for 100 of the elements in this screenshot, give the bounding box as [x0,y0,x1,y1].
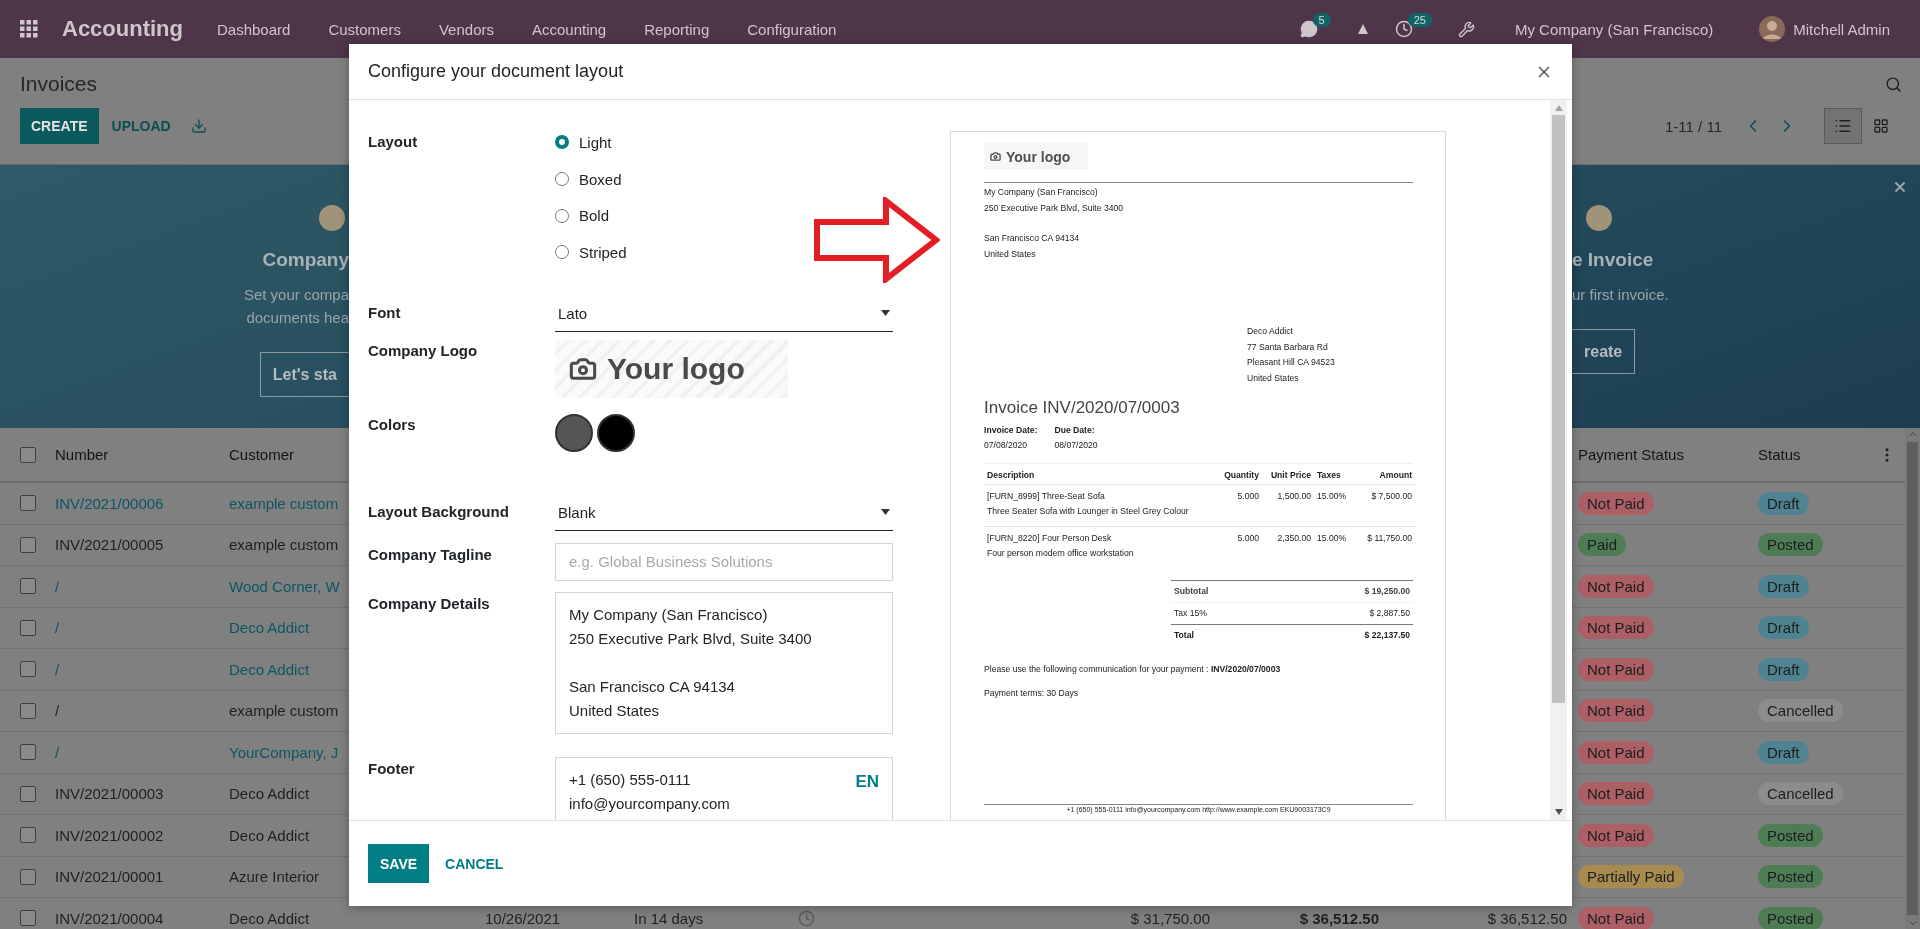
table-cell: INV/2021/00003 [55,785,164,803]
field-label: Company Details [368,593,491,614]
address-line: Pleasant Hill CA 94523 [1247,356,1336,369]
banner-title: Company [262,249,349,271]
status-badge: Posted [1758,906,1823,929]
invoice-title: Invoice INV/2020/07/0003 [984,398,1181,418]
table-cell: Deco Addict [229,826,310,844]
payment-status-badge: Not Paid [1578,616,1654,640]
status-badge: Cancelled [1758,699,1843,723]
total-label: Total [1174,628,1194,642]
menu-item[interactable]: Dashboard [217,20,291,38]
column-header: Unit Price [1262,463,1314,485]
table-cell: $ 7,500.00 [1354,484,1415,527]
menu-item[interactable]: Accounting [531,20,607,38]
column-header[interactable]: Status [1758,446,1878,463]
payment-status-badge: Paid [1578,533,1627,557]
status-badge: Cancelled [1758,782,1843,806]
banner-text: documents hea [246,308,349,328]
table-cell: Deco Addict [229,660,310,678]
date-value: 07/08/2020 [984,439,1028,452]
table-cell: 5.000 [1205,484,1262,527]
table-cell: INV/2021/00002 [55,826,164,844]
table-cell: example custom [229,702,339,720]
company-details-field[interactable]: My Company (San Francisco) 250 Executive Park Blvd, Suite 3400 San Francisco CA 94134 United States [555,591,893,734]
address-line: 77 Santa Barbara Rd [1247,340,1329,354]
logo-upload[interactable]: Your logo [555,339,788,398]
font-select[interactable]: Lato [555,295,893,332]
column-header: Amount [1354,463,1415,485]
save-button[interactable]: SAVE [368,844,430,883]
cancel-button[interactable]: CANCEL [433,844,516,883]
menu-item[interactable]: Customers [328,20,401,38]
logo-upload: Your logo [984,143,1088,170]
line-description: [FURN_8220] Four Person Desk [987,531,1113,545]
total-value: $ 2,887.50 [1369,606,1410,620]
payment-status-badge: Not Paid [1578,574,1654,598]
pager: 1-11 / 11 [1665,117,1722,135]
radio-label[interactable]: Bold [579,207,610,225]
dialog-title: Configure your document layout [368,61,624,82]
date-value: 08/07/2020 [1054,439,1098,452]
field-label: Layout [368,132,419,152]
app-name: Accounting [62,16,183,42]
total-value: $ 19,250.00 [1364,584,1410,598]
status-badge: Draft [1758,657,1809,681]
table-cell-text: 2,350.00 [1276,531,1312,545]
payment-status-badge: Not Paid [1578,657,1654,681]
address-line: San Francisco CA 94134 [984,232,1081,245]
radio-label[interactable]: Striped [579,243,627,261]
payment-status-badge: Not Paid [1578,782,1654,806]
payment-status-badge: Not Paid [1578,740,1654,764]
table-cell: 1,500.00 [1262,484,1314,527]
total-label: Subtotal [1174,584,1209,598]
message-count: 5 [1312,13,1331,27]
menu-item[interactable]: Vendors [438,20,494,38]
column-header[interactable]: Number [55,446,229,463]
table-cell: $ 36,512.50 [1487,909,1567,927]
payment-status-badge: Not Paid [1578,906,1654,929]
footer-field[interactable]: +1 (650) 555-0111 info@yourcompany.com EN [555,756,893,820]
table-cell: example custom [229,536,339,554]
table-cell: / [55,619,60,637]
payment-status-badge: Partially Paid [1578,865,1684,889]
table-cell: INV/2021/00001 [55,868,164,886]
field-label: Layout Background [368,501,510,522]
field-label: Footer [368,758,416,779]
table-cell: / [55,660,60,678]
table-cell: In 14 days [634,909,704,927]
payment-status-badge: Not Paid [1578,491,1654,515]
banner-text: Set your compa [243,285,349,305]
language-button[interactable]: EN [855,767,879,794]
table-cell-text: $ 11,750.00 [1366,531,1413,545]
line-description: [FURN_8999] Three-Seat Sofa [987,489,1106,503]
company-switcher[interactable]: My Company (San Francisco) [1514,20,1714,38]
tagline-field[interactable]: e.g. Global Business Solutions [555,542,893,581]
table-cell: Azure Interior [229,868,320,886]
table-cell: INV/2021/00005 [55,536,164,554]
line-note: Four person modern office workstation [987,547,1135,560]
status-badge: Draft [1758,616,1809,640]
field-label: Company Logo [368,340,479,361]
column-header: Taxes [1314,463,1354,485]
background-select[interactable]: Blank [555,494,893,531]
date-label: Due Date: [1054,424,1096,437]
table-cell: 15.00% [1314,484,1354,527]
payment-terms: Payment terms: 30 Days [984,687,1080,698]
radio-label[interactable]: Boxed [579,170,622,188]
banner-title: e Invoice [1572,249,1654,271]
table-cell: / [55,577,60,595]
menu-item[interactable]: Configuration [747,20,837,38]
create-button[interactable]: CREATE [20,108,99,144]
menu-item[interactable]: Reporting [644,20,710,38]
radio-label[interactable]: Light [579,133,612,151]
activity-count: 25 [1407,13,1432,27]
address-line: Deco Addict [1247,325,1294,338]
address-line: My Company (San Francisco) [984,186,1099,199]
table-cell: 10/26/2021 [485,909,561,927]
table-cell: example custom [229,494,339,512]
table-cell: $ 31,750.00 [1130,909,1210,927]
table-cell: $ 36,512.50 [1299,909,1379,927]
field-label: Colors [368,414,417,435]
user-menu[interactable]: Mitchell Admin [1793,20,1890,38]
status-badge: Draft [1758,574,1809,598]
date-label: Invoice Date: [984,424,1038,437]
